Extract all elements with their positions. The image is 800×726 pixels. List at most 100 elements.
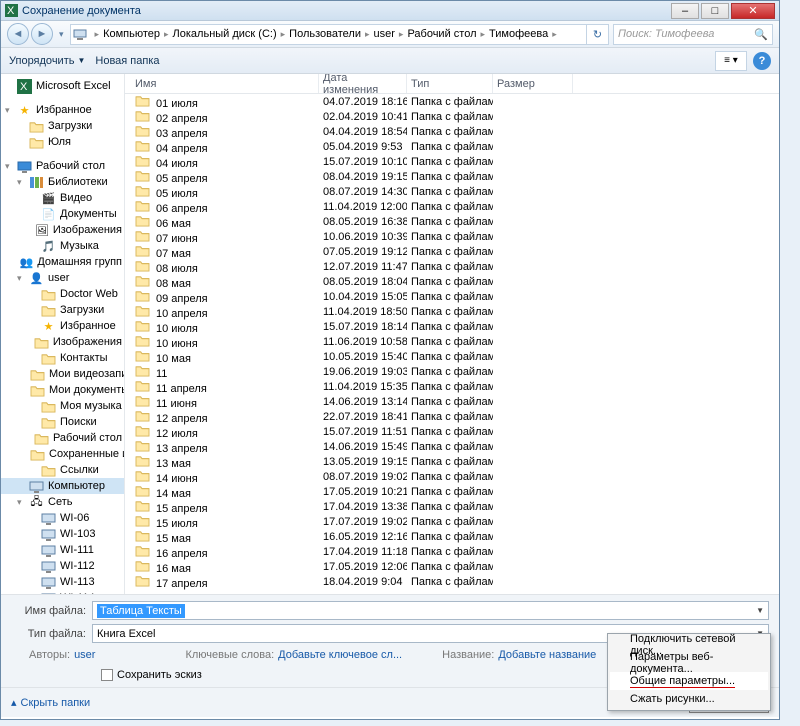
tree-item[interactable]: ▾Рабочий стол [1,158,124,174]
filename-input[interactable]: Таблица Тексты ▼ [92,601,769,620]
forward-button[interactable]: ► [31,23,53,45]
expand-icon[interactable]: ▾ [5,161,16,172]
file-row[interactable]: 14 мая17.05.2019 10:21Папка с файлами [125,484,779,499]
tree-item[interactable]: Поиски [1,414,124,430]
expand-icon[interactable]: ▾ [17,273,28,284]
expand-icon[interactable]: ▾ [5,105,16,116]
tree-item[interactable]: Юля [1,134,124,150]
tree-item[interactable]: WI-06 [1,510,124,526]
tree-item[interactable]: Ссылки [1,462,124,478]
col-date[interactable]: Дата изменения [319,74,407,93]
tree-item[interactable]: Компьютер [1,478,124,494]
search-input[interactable]: Поиск: Тимофеева 🔍 [613,24,773,45]
file-row[interactable]: 09 апреля10.04.2019 15:05Папка с файлами [125,289,779,304]
file-row[interactable]: 08 мая08.05.2019 18:04Папка с файлами [125,274,779,289]
tree-item[interactable]: Doctor Web [1,286,124,302]
maximize-button[interactable]: □ [701,3,729,19]
tree-item[interactable]: WI-113 [1,574,124,590]
tree-item[interactable]: ★Избранное [1,318,124,334]
menu-compress-pics[interactable]: Сжать рисунки... [610,690,768,708]
file-row[interactable]: 17 апреля18.04.2019 9:04Папка с файлами [125,574,779,589]
bc-item[interactable]: Компьютер [103,28,160,40]
tree-item[interactable]: Загрузки [1,118,124,134]
menu-web-options[interactable]: Параметры веб-документа... [610,654,768,672]
bc-item[interactable]: Рабочий стол [407,28,476,40]
newfolder-button[interactable]: Новая папка [95,55,159,67]
organize-button[interactable]: Упорядочить▼ [9,55,85,67]
file-row[interactable]: 12 апреля22.07.2019 18:41Папка с файлами [125,409,779,424]
col-name[interactable]: Имя [131,74,319,93]
file-row[interactable]: 16 мая17.05.2019 12:06Папка с файлами [125,559,779,574]
bc-item[interactable]: user [374,28,395,40]
file-row[interactable]: 11 апреля11.04.2019 15:35Папка с файлами [125,379,779,394]
tree-item[interactable]: 👥Домашняя групп [1,254,124,270]
tree-item[interactable]: WI-111 [1,542,124,558]
tree-item[interactable]: ▾👤user [1,270,124,286]
file-row[interactable]: 08 июля12.07.2019 11:47Папка с файлами [125,259,779,274]
help-button[interactable]: ? [753,52,771,70]
tree-item[interactable]: ▾Библиотеки [1,174,124,190]
bc-item[interactable]: Пользователи [289,28,361,40]
tree-item[interactable]: Мои документы [1,382,124,398]
file-row[interactable]: 06 апреля11.04.2019 12:00Папка с файлами [125,199,779,214]
file-row[interactable]: 1119.06.2019 19:03Папка с файлами [125,364,779,379]
minimize-button[interactable]: – [671,3,699,19]
file-row[interactable]: 15 апреля17.04.2019 13:38Папка с файлами [125,499,779,514]
file-row[interactable]: 06 мая08.05.2019 16:38Папка с файлами [125,214,779,229]
file-row[interactable]: 04 апреля05.04.2019 9:53Папка с файлами [125,139,779,154]
tree-item[interactable]: XMicrosoft Excel [1,78,124,94]
bc-item[interactable]: Тимофеева [489,28,548,40]
file-row[interactable]: 10 июня11.06.2019 10:58Папка с файлами [125,334,779,349]
tree-item[interactable]: Мои видеозапи [1,366,124,382]
file-row[interactable]: 12 июля15.07.2019 11:51Папка с файлами [125,424,779,439]
history-dropdown[interactable]: ▾ [59,29,64,40]
thumbnail-checkbox[interactable] [101,669,113,681]
file-row[interactable]: 11 июня14.06.2019 13:14Папка с файлами [125,394,779,409]
expand-icon[interactable]: ▾ [17,497,28,508]
file-row[interactable]: 10 июля15.07.2019 18:14Папка с файлами [125,319,779,334]
tree-item[interactable]: ▾★Избранное [1,102,124,118]
file-row[interactable]: 13 апреля14.06.2019 15:49Папка с файлами [125,439,779,454]
view-button[interactable]: ≡ ▾ [715,51,747,71]
file-row[interactable]: 01 июля04.07.2019 18:16Папка с файлами [125,94,779,109]
col-size[interactable]: Размер [493,74,573,93]
close-button[interactable]: ✕ [731,3,775,19]
tree-item[interactable]: WI-114 [1,590,124,594]
expand-icon[interactable]: ▾ [17,177,28,188]
file-row[interactable]: 15 мая16.05.2019 12:16Папка с файлами [125,529,779,544]
keywords-link[interactable]: Добавьте ключевое сл... [278,649,402,661]
file-row[interactable]: 14 июня08.07.2019 19:02Папка с файлами [125,469,779,484]
file-row[interactable]: 05 апреля08.04.2019 19:15Папка с файлами [125,169,779,184]
tree-item[interactable]: Контакты [1,350,124,366]
file-row[interactable]: 02 апреля02.04.2019 10:41Папка с файлами [125,109,779,124]
tree-item[interactable]: WI-112 [1,558,124,574]
tree-item[interactable]: Моя музыка [1,398,124,414]
file-row[interactable]: 07 мая07.05.2019 19:12Папка с файлами [125,244,779,259]
tree-item[interactable]: WI-103 [1,526,124,542]
file-row[interactable]: 10 апреля11.04.2019 18:50Папка с файлами [125,304,779,319]
file-row[interactable]: 10 мая10.05.2019 15:40Папка с файлами [125,349,779,364]
tree-item[interactable]: 📄Документы [1,206,124,222]
tree-item[interactable]: ▾🖧Сеть [1,494,124,510]
tree-item[interactable]: Изображения [1,334,124,350]
file-row[interactable]: 16 апреля17.04.2019 11:18Папка с файлами [125,544,779,559]
bc-item[interactable]: Локальный диск (C:) [173,28,277,40]
tree-item[interactable]: Загрузки [1,302,124,318]
tree-item[interactable]: Рабочий стол [1,430,124,446]
col-type[interactable]: Тип [407,74,493,93]
tree-item[interactable]: 🎬Видео [1,190,124,206]
back-button[interactable]: ◄ [7,23,29,45]
refresh-button[interactable]: ↻ [587,24,609,45]
title-link[interactable]: Добавьте название [498,649,596,661]
nav-tree[interactable]: XMicrosoft Excel▾★ИзбранноеЗагрузкиЮля▾Р… [1,74,125,594]
file-row[interactable]: 04 июля15.07.2019 10:10Папка с файлами [125,154,779,169]
file-row[interactable]: 13 мая13.05.2019 19:15Папка с файлами [125,454,779,469]
file-row[interactable]: 05 июля08.07.2019 14:30Папка с файлами [125,184,779,199]
breadcrumb[interactable]: ▸ Компьютер▸ Локальный диск (C:)▸ Пользо… [70,24,587,45]
file-row[interactable]: 15 июля17.07.2019 19:02Папка с файлами [125,514,779,529]
tree-item[interactable]: Сохраненные и [1,446,124,462]
file-row[interactable]: 07 июня10.06.2019 10:39Папка с файлами [125,229,779,244]
file-area[interactable]: Имя Дата изменения Тип Размер 01 июля04.… [125,74,779,594]
authors-value[interactable]: user [74,649,95,661]
tree-item[interactable]: 🖼Изображения [1,222,124,238]
